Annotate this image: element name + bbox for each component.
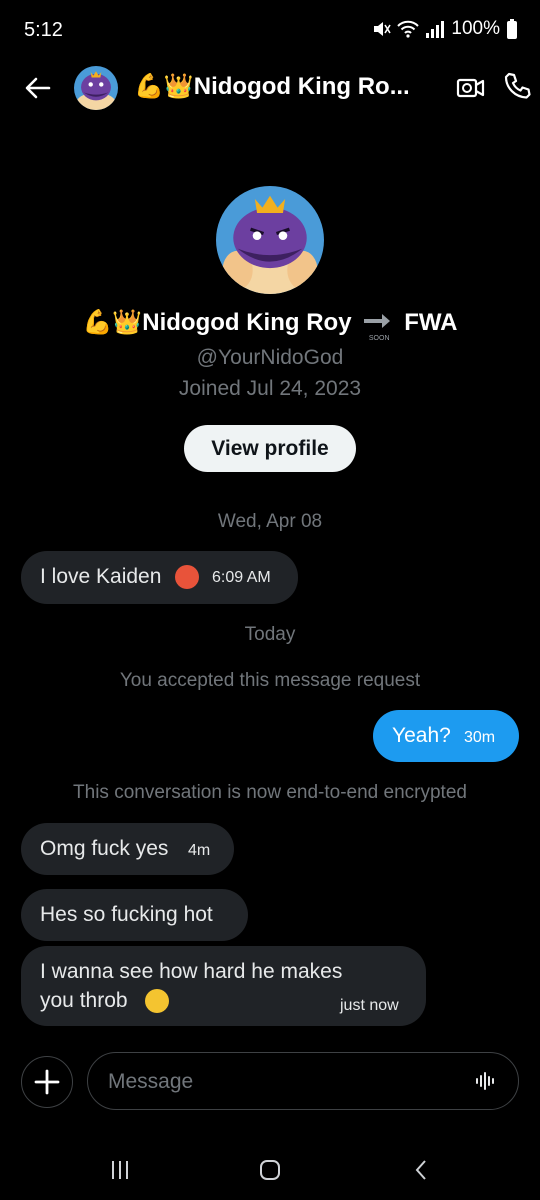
date-divider: Wed, Apr 08 bbox=[217, 511, 323, 532]
system-message: You accepted this message request bbox=[119, 670, 421, 691]
profile-avatar[interactable] bbox=[216, 186, 324, 294]
status-bar: 5:12 100% bbox=[0, 0, 540, 62]
home-icon[interactable] bbox=[258, 1158, 282, 1182]
profile-name: 💪👑Nidogod King Roy SOON FWA bbox=[0, 308, 540, 342]
message-time: 4m bbox=[188, 842, 211, 859]
message-bubble[interactable]: Omg fuck yes 4m bbox=[21, 823, 234, 875]
message-bubble[interactable]: I wanna see how hard he makes you throb … bbox=[21, 946, 426, 1026]
battery-percent: 100% bbox=[451, 18, 500, 39]
message-text-line: you throb bbox=[40, 989, 128, 1012]
message-text-line: I wanna see how hard he makes bbox=[40, 960, 343, 983]
soon-label: SOON bbox=[368, 335, 390, 342]
mute-icon bbox=[374, 22, 392, 36]
view-profile-button[interactable]: View profile bbox=[184, 425, 356, 472]
message-time: 30m bbox=[464, 729, 496, 746]
header-avatar[interactable] bbox=[74, 66, 118, 110]
message-time: 6:09 AM bbox=[212, 569, 271, 586]
message-text: Omg fuck yes bbox=[40, 837, 169, 860]
message-input[interactable]: Message bbox=[87, 1052, 519, 1110]
conversation-header: 💪👑Nidogod King Ro... bbox=[0, 62, 540, 114]
battery-icon bbox=[507, 19, 517, 39]
voice-waveform-icon[interactable] bbox=[474, 1069, 498, 1093]
message-bubble-sent[interactable]: Yeah? 30m bbox=[373, 710, 519, 762]
arrow-left-icon[interactable] bbox=[22, 72, 54, 104]
system-nav-bar bbox=[0, 1140, 540, 1200]
header-title[interactable]: 💪👑Nidogod King Ro... bbox=[134, 72, 410, 101]
hot-face-emoji-icon bbox=[175, 565, 199, 589]
signal-icon bbox=[426, 21, 445, 38]
profile-name-text: 💪👑Nidogod King Roy bbox=[82, 309, 352, 336]
plus-icon bbox=[34, 1069, 59, 1094]
profile-name-suffix: FWA bbox=[404, 309, 458, 336]
message-bubble[interactable]: Hes so fucking hot bbox=[21, 889, 248, 941]
recents-icon[interactable] bbox=[108, 1158, 132, 1182]
status-time: 5:12 bbox=[24, 19, 63, 41]
message-text: Yeah? bbox=[392, 724, 451, 747]
wifi-icon bbox=[397, 20, 420, 38]
message-time: just now bbox=[340, 997, 399, 1014]
plus-button[interactable] bbox=[21, 1056, 73, 1108]
message-placeholder: Message bbox=[108, 1070, 194, 1093]
message-bubble[interactable]: I love Kaiden 6:09 AM bbox=[21, 551, 298, 604]
message-text: I love Kaiden bbox=[40, 565, 162, 588]
nav-back-icon[interactable] bbox=[410, 1158, 434, 1182]
message-text: Hes so fucking hot bbox=[40, 903, 213, 926]
arrow-right-icon bbox=[364, 314, 391, 328]
video-call-icon[interactable] bbox=[456, 73, 486, 103]
system-message: This conversation is now end-to-end encr… bbox=[73, 782, 467, 803]
date-divider: Today bbox=[244, 624, 296, 645]
phone-icon[interactable] bbox=[502, 71, 532, 101]
status-icons: 100% bbox=[371, 18, 518, 40]
grinning-emoji-icon bbox=[145, 989, 169, 1013]
profile-handle: @YourNidoGod bbox=[196, 346, 344, 369]
profile-joined: Joined Jul 24, 2023 bbox=[178, 377, 362, 400]
